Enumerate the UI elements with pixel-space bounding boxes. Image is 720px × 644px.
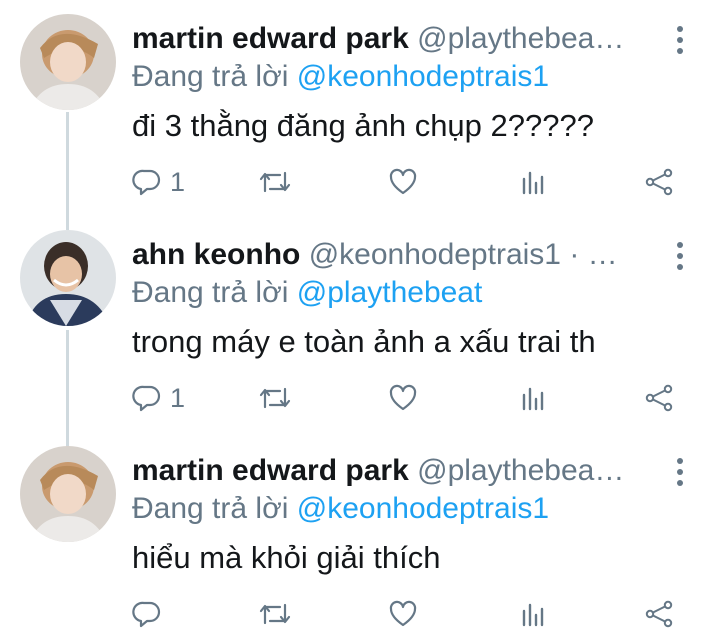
replying-to-label: Đang trả lời (132, 60, 297, 93)
share-button[interactable] (644, 376, 674, 420)
like-button[interactable] (388, 592, 426, 636)
tweet[interactable]: martin edward park @playthebea… Đang trả… (0, 432, 720, 644)
reply-count: 1 (170, 382, 186, 413)
like-icon (388, 599, 418, 629)
user-handle[interactable]: @playthebea… (417, 454, 624, 487)
replying-to-label: Đang trả lời (132, 276, 297, 309)
more-menu-icon[interactable] (670, 22, 690, 58)
more-menu-icon[interactable] (670, 454, 690, 490)
retweet-icon (258, 383, 292, 413)
more-menu-icon[interactable] (670, 238, 690, 274)
analytics-icon (518, 383, 548, 413)
tweet[interactable]: martin edward park @playthebea… Đang trả… (0, 0, 720, 212)
retweet-icon (258, 167, 292, 197)
share-button[interactable] (644, 160, 674, 204)
mention-link[interactable]: @keonhodeptrais1 (297, 492, 549, 525)
share-icon (644, 599, 674, 629)
avatar[interactable] (20, 230, 116, 326)
tweet[interactable]: ahn keonho @keonhodeptrais1 · … Đang trả… (0, 216, 720, 428)
like-icon (388, 383, 418, 413)
reply-button[interactable] (132, 592, 170, 636)
replying-to: Đang trả lời @keonhodeptrais1 (132, 58, 549, 96)
retweet-button[interactable] (258, 592, 300, 636)
share-button[interactable] (644, 592, 674, 636)
display-name[interactable]: ahn keonho (132, 238, 300, 271)
display-name[interactable]: martin edward park (132, 22, 409, 55)
tweet-header: martin edward park @playthebea… (132, 20, 660, 58)
mention-link[interactable]: @keonhodeptrais1 (297, 60, 549, 93)
reply-button[interactable]: 1 (132, 376, 185, 420)
avatar[interactable] (20, 14, 116, 110)
user-handle[interactable]: @keonhodeptrais1 · … (309, 238, 618, 271)
reply-count: 1 (170, 166, 186, 197)
analytics-icon (518, 167, 548, 197)
analytics-button[interactable] (518, 376, 548, 420)
tweet-actions: 1 (0, 376, 720, 420)
like-button[interactable] (388, 160, 426, 204)
retweet-button[interactable] (258, 376, 300, 420)
retweet-button[interactable] (258, 160, 300, 204)
replying-to-label: Đang trả lời (132, 492, 297, 525)
tweet-actions (0, 592, 720, 636)
analytics-icon (518, 599, 548, 629)
reply-icon (132, 383, 162, 413)
like-button[interactable] (388, 376, 426, 420)
like-icon (388, 167, 418, 197)
share-icon (644, 167, 674, 197)
replying-to: Đang trả lời @playthebeat (132, 274, 482, 312)
user-handle[interactable]: @playthebea… (417, 22, 624, 55)
analytics-button[interactable] (518, 592, 548, 636)
tweet-actions: 1 (0, 160, 720, 204)
reply-icon (132, 167, 162, 197)
share-icon (644, 383, 674, 413)
tweet-text: trong máy e toàn ảnh a xấu trai th (132, 324, 596, 359)
mention-link[interactable]: @playthebeat (297, 276, 483, 309)
retweet-icon (258, 599, 292, 629)
replying-to: Đang trả lời @keonhodeptrais1 (132, 490, 549, 528)
analytics-button[interactable] (518, 160, 548, 204)
display-name[interactable]: martin edward park (132, 454, 409, 487)
tweet-text: đi 3 thằng đăng ảnh chụp 2????? (132, 108, 594, 143)
tweet-text: hiểu mà khỏi giải thích (132, 540, 441, 575)
tweet-header: martin edward park @playthebea… (132, 452, 660, 490)
tweet-header: ahn keonho @keonhodeptrais1 · … (132, 236, 660, 274)
avatar[interactable] (20, 446, 116, 542)
reply-button[interactable]: 1 (132, 160, 185, 204)
reply-icon (132, 599, 162, 629)
